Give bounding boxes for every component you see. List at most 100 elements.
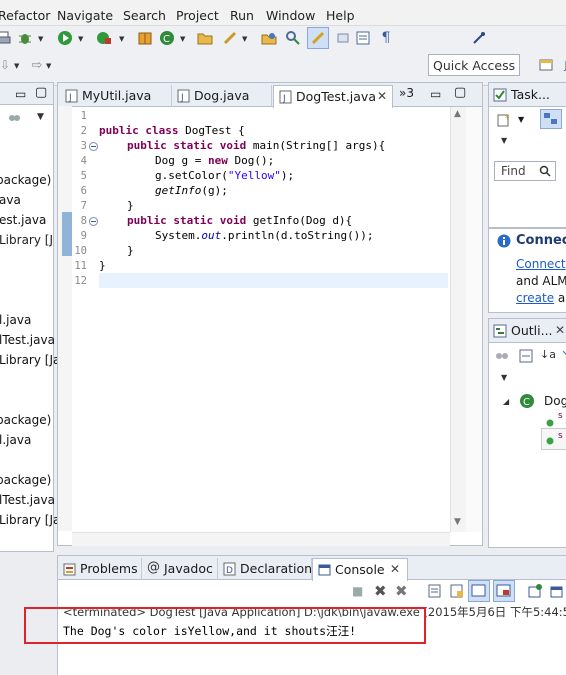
new-task-icon[interactable]: * xyxy=(496,112,512,128)
fold-collapse-icon[interactable] xyxy=(89,217,98,226)
chevron-down-icon[interactable]: ▼ xyxy=(14,62,19,70)
open-folder-icon[interactable] xyxy=(196,29,214,47)
chevron-down-icon[interactable]: ▼ xyxy=(119,35,124,43)
code-line[interactable]: Dog g = new Dog(); xyxy=(155,154,274,167)
code-line[interactable]: } xyxy=(127,244,134,257)
menu-refactor[interactable]: Refactor xyxy=(0,8,50,23)
print-icon[interactable] xyxy=(0,29,12,47)
chevron-down-icon[interactable]: ▼ xyxy=(518,115,524,124)
tree-item[interactable]: Library [Ja xyxy=(0,513,60,527)
task-list-tab[interactable]: Task... xyxy=(511,87,550,102)
new-server-icon[interactable] xyxy=(136,29,154,47)
outline-class-item[interactable]: Dog xyxy=(544,394,566,408)
code-line[interactable]: public static void main(String[] args){ xyxy=(127,139,385,152)
chevron-down-icon[interactable]: ▼ xyxy=(180,35,185,43)
vertical-scrollbar[interactable]: ▲ ▼ xyxy=(450,107,466,532)
view-menu-icon[interactable]: ▼ xyxy=(37,112,44,122)
connect-link[interactable]: Connect xyxy=(516,257,566,271)
pin-console-icon[interactable] xyxy=(527,583,543,599)
code-line[interactable]: public class DogTest { xyxy=(99,124,245,137)
menu-window[interactable]: Window xyxy=(266,8,315,23)
collapse-all-icon[interactable] xyxy=(7,111,21,125)
pen-icon[interactable] xyxy=(221,29,239,47)
show-whitespace-icon[interactable]: ¶ xyxy=(377,29,395,47)
external-tools-icon[interactable] xyxy=(95,29,113,47)
tree-item[interactable]: l.java xyxy=(0,313,31,327)
show-on-output-toggle[interactable] xyxy=(468,580,490,602)
sort-icon[interactable]: ↓a xyxy=(540,348,556,361)
chevron-down-icon[interactable]: ▼ xyxy=(78,35,83,43)
minimize-icon[interactable]: ▭ xyxy=(430,87,441,101)
menu-project[interactable]: Project xyxy=(176,8,219,23)
remove-all-launches-icon[interactable]: ✖ xyxy=(395,582,408,600)
clear-console-icon[interactable] xyxy=(427,583,443,599)
hide-static-icon[interactable]: ↘ xyxy=(561,347,566,361)
view-menu-icon[interactable]: ▼ xyxy=(501,136,507,145)
maximize-icon[interactable]: ▢ xyxy=(454,85,466,100)
open-console-icon[interactable] xyxy=(549,583,565,599)
show-on-error-toggle[interactable] xyxy=(493,580,515,602)
next-annotation-icon[interactable]: ⇩ xyxy=(0,56,14,74)
fold-collapse-icon[interactable] xyxy=(89,142,98,151)
outline-member-item[interactable]: s xyxy=(558,411,563,421)
menu-run[interactable]: Run xyxy=(230,8,254,23)
debug-icon[interactable] xyxy=(16,29,34,47)
collapse-all-icon[interactable] xyxy=(494,348,510,364)
tab-dog-java[interactable]: J Dog.java xyxy=(172,85,272,107)
view-menu-icon[interactable]: ▼ xyxy=(501,373,507,382)
search-icon[interactable] xyxy=(284,29,302,47)
quick-access-field[interactable]: Quick Access xyxy=(428,54,520,76)
new-java-class-icon[interactable]: C xyxy=(158,29,176,47)
code-line[interactable]: System.out.println(d.toString()); xyxy=(155,229,374,242)
tab-myutil-java[interactable]: J MyUtil.java xyxy=(60,85,172,107)
chevron-down-icon[interactable]: ▼ xyxy=(38,35,43,43)
code-line[interactable]: public static void getInfo(Dog d){ xyxy=(127,214,352,227)
run-icon[interactable] xyxy=(56,29,74,47)
code-line[interactable]: getInfo(g); xyxy=(155,184,228,197)
chevron-down-icon[interactable]: ▼ xyxy=(242,35,247,43)
close-icon[interactable]: ✕ xyxy=(390,562,400,576)
open-type-icon[interactable] xyxy=(260,29,278,47)
code-line[interactable]: } xyxy=(127,199,134,212)
tree-item[interactable]: package) xyxy=(0,173,51,187)
tree-item[interactable]: ava xyxy=(0,193,21,207)
tree-item[interactable]: lTest.java xyxy=(0,493,55,507)
tree-item[interactable]: package) xyxy=(0,413,51,427)
minimize-icon[interactable]: ▭ xyxy=(15,87,26,101)
pin-icon[interactable] xyxy=(470,29,488,47)
tree-item[interactable]: est.java xyxy=(0,213,46,227)
tab-console[interactable]: Console ✕ xyxy=(312,558,408,581)
outline-member-item[interactable]: s xyxy=(558,431,563,441)
outline-tab[interactable]: Outli... xyxy=(511,323,553,338)
menu-help[interactable]: Help xyxy=(326,8,355,23)
close-icon[interactable]: ✕ xyxy=(555,323,565,337)
open-perspective-icon[interactable] xyxy=(537,56,555,74)
menu-search[interactable]: Search xyxy=(123,8,166,23)
scroll-lock-icon[interactable] xyxy=(449,583,465,599)
tree-item[interactable]: Library [Ja xyxy=(0,353,60,367)
scroll-up-icon[interactable]: ▲ xyxy=(454,109,461,119)
find-field[interactable]: Find xyxy=(494,161,556,181)
tree-item[interactable]: package) xyxy=(0,473,51,487)
tab-declaration[interactable]: D Declaration xyxy=(218,558,312,580)
tree-item[interactable]: Library [J xyxy=(0,233,53,247)
chevron-down-icon[interactable]: ▼ xyxy=(46,62,51,70)
menu-navigate[interactable]: Navigate xyxy=(57,8,113,23)
create-link[interactable]: create xyxy=(516,291,554,305)
code-line[interactable]: } xyxy=(99,259,106,272)
block-selection-icon[interactable] xyxy=(354,29,372,47)
categorized-toggle[interactable] xyxy=(540,109,562,129)
more-tabs-button[interactable]: »3 xyxy=(399,86,414,100)
word-wrap-icon[interactable] xyxy=(334,29,352,47)
forward-icon[interactable]: ⇨ xyxy=(28,56,46,74)
tree-item[interactable]: lTest.java xyxy=(0,333,55,347)
remove-launch-icon[interactable]: ✖ xyxy=(374,582,387,600)
scroll-down-icon[interactable]: ▼ xyxy=(454,517,461,527)
hide-fields-icon[interactable] xyxy=(518,348,534,364)
close-icon[interactable]: ✕ xyxy=(377,89,387,103)
tab-javadoc[interactable]: @ Javadoc xyxy=(142,558,218,580)
horizontal-scrollbar[interactable] xyxy=(72,532,450,546)
tree-item[interactable]: l.java xyxy=(0,433,31,447)
maximize-icon[interactable]: ▢ xyxy=(35,85,47,100)
code-line[interactable]: g.setColor("Yellow"); xyxy=(155,169,294,182)
